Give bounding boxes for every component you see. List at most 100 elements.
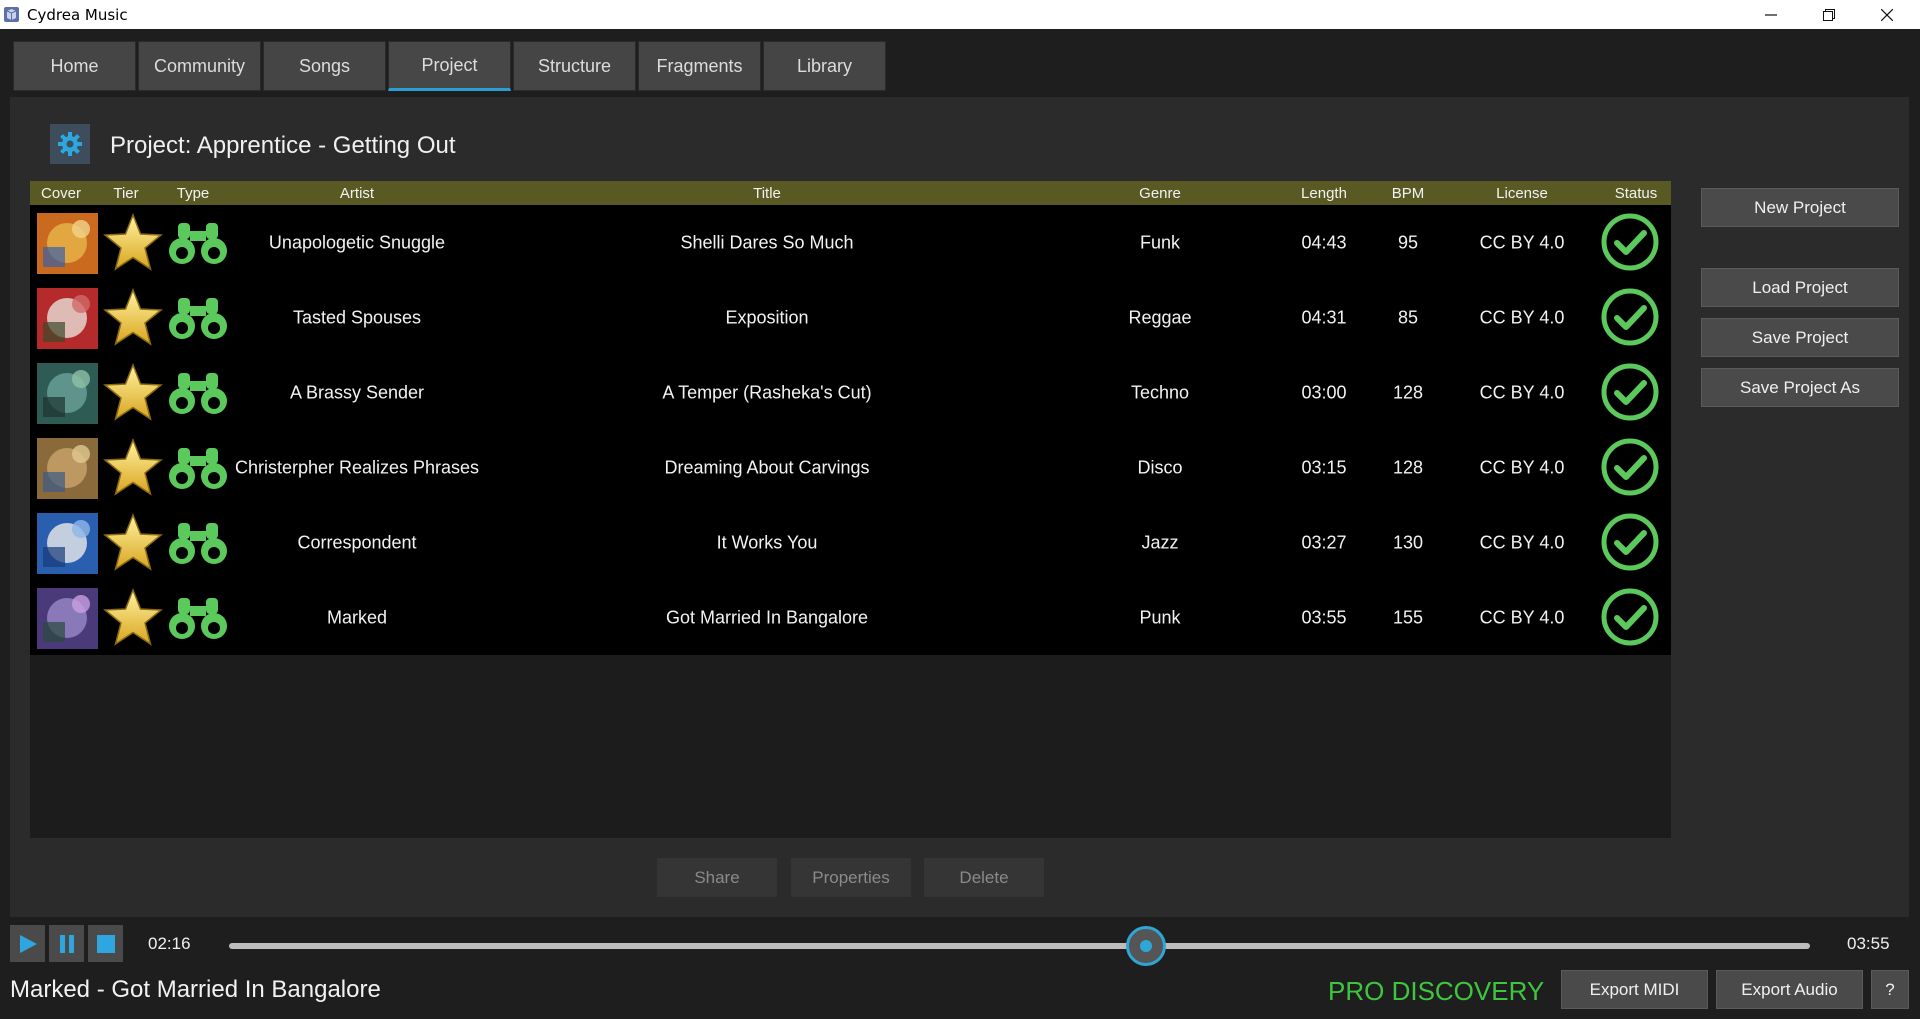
binoculars-icon: [169, 223, 227, 264]
cell-artist: Marked: [326, 607, 388, 627]
header-status[interactable]: Status: [1615, 185, 1658, 202]
cell-genre: Techno: [1130, 382, 1190, 402]
cell-artist: A Brassy Sender: [289, 382, 425, 402]
share-button[interactable]: Share: [657, 858, 777, 897]
cell-title: Got Married In Bangalore: [665, 607, 869, 627]
tab-library[interactable]: Library: [763, 41, 886, 91]
export-audio-button[interactable]: Export Audio: [1716, 970, 1863, 1009]
cell-artist: Christerpher Realizes Phrases: [234, 457, 480, 477]
cell-genre: Reggae: [1128, 307, 1192, 327]
minimize-button[interactable]: [1742, 0, 1800, 29]
cell-license: CC BY 4.0: [1479, 607, 1565, 627]
table-row[interactable]: A Brassy Sender A Temper (Rasheka's Cut) T…: [30, 355, 1671, 430]
play-icon: [19, 934, 37, 953]
tier-star-icon: [103, 437, 163, 496]
tab-structure[interactable]: Structure: [513, 41, 636, 91]
table-row[interactable]: Marked Got Married In Bangalore Punk 03:55 1…: [30, 580, 1671, 655]
cell-title: A Temper (Rasheka's Cut): [662, 382, 872, 402]
table-header: Cover Tier Type Artist Title Genre Lengt…: [30, 181, 1671, 205]
title-bar: Cydrea Music: [0, 0, 1920, 29]
now-playing-label: Marked - Got Married In Bangalore: [10, 976, 381, 1003]
cover-art-image: [37, 363, 98, 424]
export-midi-button[interactable]: Export MIDI: [1561, 970, 1708, 1009]
cell-genre: Jazz: [1141, 532, 1179, 552]
cell-title: Dreaming About Carvings: [664, 457, 870, 477]
cell-license: CC BY 4.0: [1479, 382, 1565, 402]
pause-button[interactable]: [49, 925, 84, 962]
cell-length: 04:43: [1301, 232, 1347, 252]
cell-bpm: 128: [1392, 382, 1424, 402]
header-cover[interactable]: Cover: [41, 185, 81, 202]
header-type[interactable]: Type: [177, 185, 210, 202]
cell-bpm: 130: [1392, 532, 1424, 552]
tab-songs[interactable]: Songs: [263, 41, 386, 91]
window-title: Cydrea Music: [27, 6, 128, 24]
delete-button[interactable]: Delete: [924, 858, 1044, 897]
header-length[interactable]: Length: [1301, 185, 1347, 202]
status-check-icon: [1601, 438, 1659, 496]
table-row[interactable]: Unapologetic Snuggle Shelli Dares So Much…: [30, 205, 1671, 280]
seek-bar[interactable]: [229, 943, 1810, 949]
save-project-as-button[interactable]: Save Project As: [1701, 368, 1899, 407]
header-license[interactable]: License: [1496, 185, 1548, 202]
project-settings-button[interactable]: [50, 124, 90, 164]
stop-icon: [96, 934, 115, 953]
load-project-button[interactable]: Load Project: [1701, 268, 1899, 307]
restore-button[interactable]: [1800, 0, 1858, 29]
header-tier[interactable]: Tier: [113, 185, 138, 202]
edition-label: PRO DISCOVERY: [1328, 976, 1545, 1006]
stop-button[interactable]: [88, 925, 123, 962]
close-button[interactable]: [1858, 0, 1916, 29]
cell-artist: Tasted Spouses: [292, 307, 422, 327]
current-time: 02:16: [148, 934, 191, 953]
cover-art-image: [37, 588, 98, 649]
header-title[interactable]: Title: [753, 185, 781, 202]
cell-genre: Funk: [1139, 232, 1181, 252]
tab-project[interactable]: Project: [388, 41, 511, 91]
tab-fragments[interactable]: Fragments: [638, 41, 761, 91]
cell-license: CC BY 4.0: [1479, 457, 1565, 477]
new-project-button[interactable]: New Project: [1701, 188, 1899, 227]
cell-license: CC BY 4.0: [1479, 307, 1565, 327]
minimize-icon: [1765, 13, 1777, 16]
help-button[interactable]: ?: [1871, 970, 1909, 1009]
total-time: 03:55: [1847, 934, 1890, 953]
cell-title: Exposition: [725, 307, 809, 327]
header-genre[interactable]: Genre: [1139, 185, 1181, 202]
binoculars-icon: [169, 598, 227, 639]
tab-community[interactable]: Community: [138, 41, 261, 91]
save-project-button[interactable]: Save Project: [1701, 318, 1899, 357]
status-check-icon: [1601, 513, 1659, 571]
cell-license: CC BY 4.0: [1479, 532, 1565, 552]
status-check-icon: [1601, 588, 1659, 646]
table-row[interactable]: Tasted Spouses Exposition Reggae 04:31 85 CC …: [30, 280, 1671, 355]
header-artist[interactable]: Artist: [340, 185, 374, 202]
status-check-icon: [1601, 213, 1659, 271]
cell-artist: Correspondent: [297, 532, 417, 552]
play-button[interactable]: [10, 925, 45, 962]
cell-length: 04:31: [1301, 307, 1347, 327]
cover-art-image: [37, 288, 98, 349]
header-bpm[interactable]: BPM: [1392, 185, 1425, 202]
app-logo-icon: [4, 7, 19, 22]
binoculars-icon: [169, 448, 227, 489]
table-row[interactable]: Correspondent It Works You Jazz 03:27 130 CC …: [30, 505, 1671, 580]
cell-artist: Unapologetic Snuggle: [268, 232, 446, 252]
cell-title: It Works You: [716, 532, 818, 552]
pause-icon: [59, 934, 74, 953]
cell-genre: Disco: [1137, 457, 1183, 477]
table-row[interactable]: Christerpher Realizes Phrases Dreaming Ab…: [30, 430, 1671, 505]
cell-length: 03:55: [1301, 607, 1347, 627]
cover-art-image: [37, 513, 98, 574]
tab-home[interactable]: Home: [13, 41, 136, 91]
properties-button[interactable]: Properties: [791, 858, 911, 897]
main-tabs: Home Community Songs Project Structure F…: [13, 41, 888, 91]
seek-handle[interactable]: [1125, 926, 1166, 966]
cover-art-image: [37, 438, 98, 499]
cell-genre: Punk: [1139, 607, 1181, 627]
gear-icon: [58, 132, 82, 156]
table-body: Unapologetic Snuggle Shelli Dares So Much…: [30, 205, 1671, 655]
binoculars-icon: [169, 523, 227, 564]
tier-star-icon: [103, 587, 163, 646]
cell-bpm: 155: [1392, 607, 1424, 627]
